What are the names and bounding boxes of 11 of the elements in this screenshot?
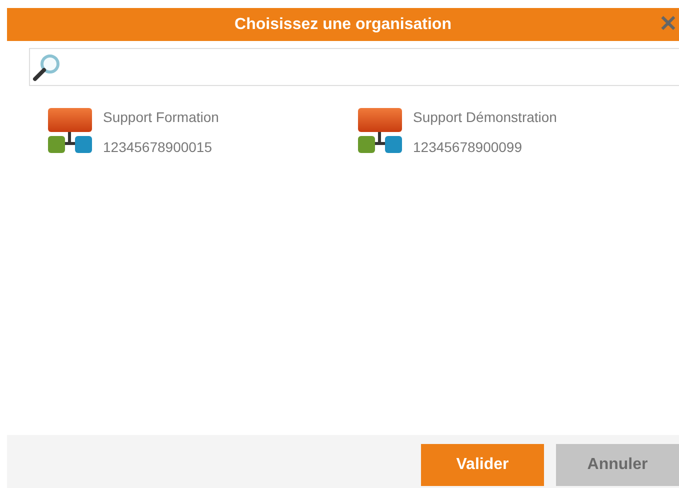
organization-number: 12345678900099 [413,139,524,155]
validate-button[interactable]: Valider [421,444,544,486]
organization-name[interactable]: Support Démonstration [413,109,557,125]
organization-number: 12345678900015 [103,139,214,155]
hierarchy-icon [47,108,93,156]
search-icon [32,52,62,82]
dialog-title: Choisissez une organisation [234,16,452,34]
organization-name[interactable]: Support Formation [103,109,219,125]
close-button[interactable]: ✕ [657,11,679,37]
hierarchy-icon [357,108,403,156]
search-field[interactable] [29,48,679,86]
